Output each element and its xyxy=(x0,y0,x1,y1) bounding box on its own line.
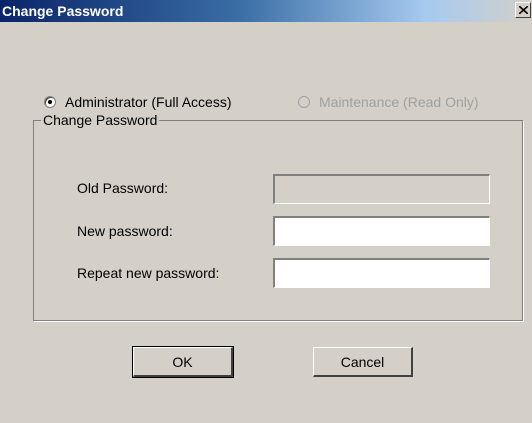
window-title: Change Password xyxy=(2,3,124,19)
new-password-label: New password: xyxy=(77,223,173,239)
close-button[interactable] xyxy=(515,2,531,18)
close-icon xyxy=(518,6,528,14)
radio-administrator-label: Administrator (Full Access) xyxy=(65,94,232,110)
radio-administrator[interactable]: Administrator (Full Access) xyxy=(44,94,231,110)
cancel-button[interactable]: Cancel xyxy=(313,347,413,377)
group-legend: Change Password xyxy=(41,112,160,128)
ok-button[interactable]: OK xyxy=(132,346,234,378)
radio-maintenance: Maintenance (Read Only) xyxy=(298,94,479,110)
change-password-dialog: Change Password Administrator (Full Acce… xyxy=(0,0,532,423)
title-bar[interactable]: Change Password xyxy=(0,0,532,22)
old-password-label: Old Password: xyxy=(77,180,169,196)
repeat-password-label: Repeat new password: xyxy=(77,265,220,281)
radio-maintenance-label: Maintenance (Read Only) xyxy=(319,94,479,110)
radio-maintenance-indicator xyxy=(298,96,310,108)
old-password-field xyxy=(273,174,490,204)
repeat-password-field[interactable] xyxy=(273,258,490,288)
radio-administrator-indicator[interactable] xyxy=(44,96,56,108)
new-password-field[interactable] xyxy=(273,216,490,246)
